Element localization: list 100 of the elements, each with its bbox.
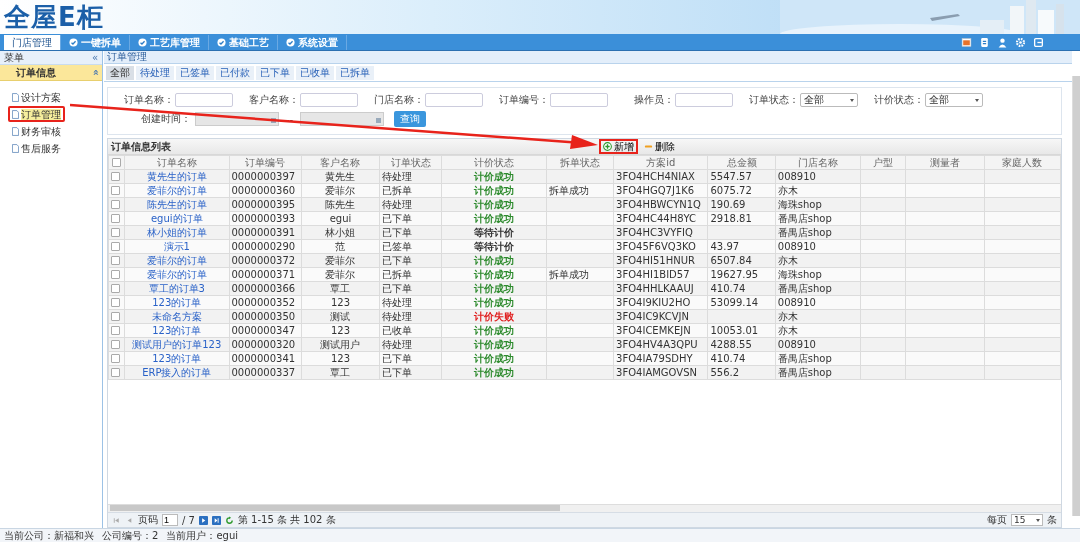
page-input[interactable]: 1 <box>162 514 178 526</box>
status-tab[interactable]: 待处理 <box>136 66 174 80</box>
input-field[interactable] <box>175 93 233 107</box>
row-checkbox[interactable] <box>111 200 120 209</box>
menu-section[interactable]: 订单信息 » <box>0 65 102 81</box>
price-status: 计价成功 <box>474 282 515 294</box>
status-tab[interactable]: 已收单 <box>296 66 334 80</box>
price-status: 等待计价 <box>474 240 515 252</box>
window-icon[interactable] <box>961 37 972 48</box>
price-status: 计价成功 <box>474 212 515 224</box>
price-status: 计价成功 <box>474 184 515 196</box>
row-checkbox[interactable] <box>111 242 120 251</box>
filter-label: 计价状态： <box>874 93 924 107</box>
status-text: 公司编号：2 <box>102 528 159 542</box>
column-header[interactable]: 家庭人数 <box>984 155 1061 170</box>
logo: 全屋E柜 <box>3 0 104 34</box>
row-checkbox[interactable] <box>111 270 120 279</box>
price-status: 等待计价 <box>474 226 515 238</box>
column-header[interactable]: 总金额 <box>708 155 776 170</box>
delete-button[interactable]: 删除 <box>640 139 679 154</box>
check-circle-icon <box>138 38 147 47</box>
row-checkbox[interactable] <box>111 214 120 223</box>
nav-tab[interactable]: 工艺库管理 <box>130 35 209 50</box>
price-status: 计价成功 <box>474 324 515 336</box>
select-all-checkbox[interactable] <box>112 158 122 167</box>
column-header[interactable]: 订单编号 <box>229 155 302 170</box>
price-status: 计价成功 <box>474 170 515 182</box>
minus-icon <box>644 142 653 151</box>
filter-label: 门店名称： <box>374 93 424 107</box>
input-field[interactable] <box>425 93 483 107</box>
nav-tab[interactable]: 基础工艺 <box>209 35 278 50</box>
add-button[interactable]: 新增 <box>599 139 638 154</box>
row-checkbox[interactable] <box>111 354 120 363</box>
filter-label: 订单状态： <box>749 93 799 107</box>
status-tab[interactable]: 已下单 <box>256 66 294 80</box>
scrollbar-thumb[interactable] <box>1073 76 1080 516</box>
column-header[interactable]: 订单状态 <box>379 155 442 170</box>
dropdown[interactable]: 全部 <box>925 93 983 107</box>
column-header[interactable]: 门店名称 <box>775 155 861 170</box>
next-page-icon[interactable] <box>198 515 208 525</box>
status-text: 当前公司：新福和兴 <box>4 528 94 542</box>
price-status: 计价成功 <box>474 296 515 308</box>
nav-tab[interactable]: 门店管理 <box>4 35 61 50</box>
row-checkbox[interactable] <box>111 284 120 293</box>
input-field[interactable] <box>300 93 358 107</box>
first-page-icon[interactable] <box>112 515 121 525</box>
calendar-icon[interactable] <box>271 118 276 123</box>
sidebar-title: 菜单 <box>4 50 24 65</box>
total-pages: / 7 <box>182 514 195 526</box>
settings-icon[interactable] <box>1015 37 1026 48</box>
section-toggle[interactable]: » <box>89 69 101 76</box>
sidebar-item[interactable]: 设计方案 <box>8 89 65 105</box>
sidebar-item[interactable]: 财务审核 <box>8 123 65 139</box>
row-checkbox[interactable] <box>111 186 120 195</box>
filter-label: 订单编号： <box>499 93 549 107</box>
nav-tab[interactable]: 一键拆单 <box>61 35 130 50</box>
status-tab[interactable]: 已付款 <box>216 66 254 80</box>
section-title: 订单信息 <box>16 65 56 80</box>
row-checkbox[interactable] <box>111 326 120 335</box>
calendar-icon[interactable] <box>376 118 382 123</box>
input-field[interactable] <box>550 93 608 107</box>
breadcrumb: 订单管理 <box>107 50 147 64</box>
exit-icon[interactable] <box>1033 37 1044 48</box>
column-header[interactable]: 方案id <box>613 155 708 170</box>
dropdown[interactable]: 全部 <box>800 93 858 107</box>
date-field[interactable] <box>300 112 385 126</box>
row-checkbox[interactable] <box>111 368 120 377</box>
user-icon[interactable] <box>997 37 1008 48</box>
scrollbar-thumb[interactable] <box>110 505 560 511</box>
document-icon[interactable] <box>979 37 990 48</box>
filter-label: 操作员： <box>634 93 674 107</box>
row-checkbox[interactable] <box>111 256 120 265</box>
column-header[interactable]: 订单名称 <box>124 155 229 170</box>
page-size-dropdown[interactable]: 15 <box>1011 514 1043 526</box>
column-header[interactable]: 户型 <box>860 155 906 170</box>
column-header[interactable]: 拆单状态 <box>546 155 614 170</box>
column-header[interactable]: 客户名称 <box>301 155 380 170</box>
row-checkbox[interactable] <box>111 298 120 307</box>
input-field[interactable] <box>675 93 733 107</box>
collapse-button[interactable]: « <box>91 52 98 63</box>
row-checkbox[interactable] <box>111 340 120 349</box>
column-header[interactable]: 测量者 <box>905 155 985 170</box>
last-page-icon[interactable] <box>211 515 221 525</box>
status-tab[interactable]: 已签单 <box>176 66 214 80</box>
row-checkbox[interactable] <box>111 172 120 181</box>
plus-circle-icon <box>603 142 612 151</box>
column-header[interactable]: 计价状态 <box>441 155 547 170</box>
row-checkbox[interactable] <box>111 312 120 321</box>
sidebar-item[interactable]: 订单管理 <box>8 106 65 122</box>
check-circle-icon <box>69 38 78 47</box>
row-checkbox[interactable] <box>111 228 120 237</box>
search-button[interactable]: 查询 <box>394 111 427 127</box>
sidebar-item[interactable]: 售后服务 <box>8 140 65 156</box>
record-range: 第 1-15 条 共 102 条 <box>237 513 336 527</box>
status-tab[interactable]: 已拆单 <box>336 66 374 80</box>
status-tab[interactable]: 全部 <box>106 66 134 80</box>
nav-tab[interactable]: 系统设置 <box>278 35 347 50</box>
refresh-icon[interactable] <box>224 515 234 525</box>
status-text: 当前用户：egui <box>166 528 238 542</box>
per-page-label: 每页 <box>987 513 1007 527</box>
